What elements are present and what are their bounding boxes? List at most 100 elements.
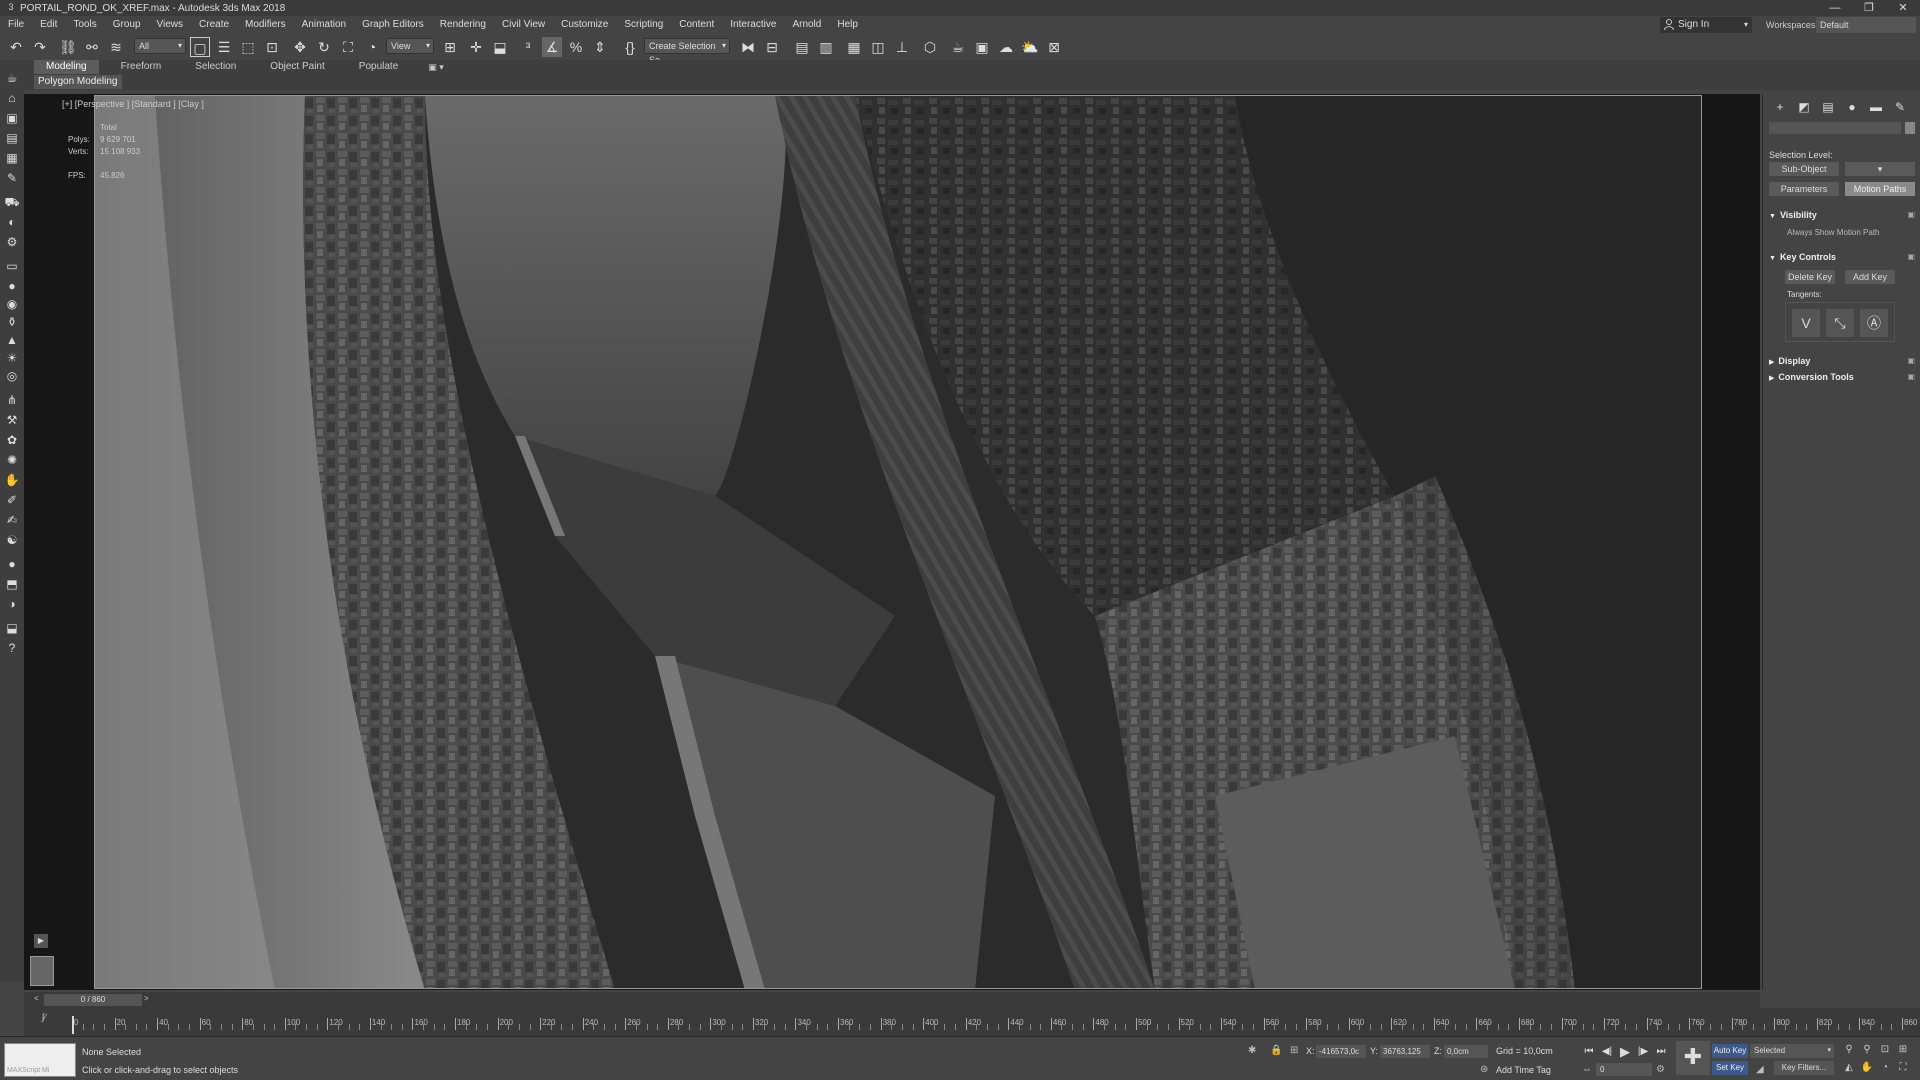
torus-icon[interactable]: ◎ — [4, 368, 20, 384]
named-selection-dropdown[interactable]: Create Selection Se ▾ — [644, 38, 730, 65]
menu-group[interactable]: Group — [105, 16, 149, 34]
keyboard-shortcut-override-icon[interactable]: ⬓ — [490, 37, 510, 57]
helper-icon[interactable]: ◐ — [4, 214, 20, 230]
maximize-viewport-icon[interactable]: ⛶ — [1896, 1061, 1910, 1075]
time-slider-thumb[interactable]: 0 / 860 — [44, 994, 142, 1006]
circle-icon[interactable]: ● — [4, 556, 20, 572]
cone-icon[interactable]: ▲ — [4, 332, 20, 348]
key-controls-rollout[interactable]: ▼ Key Controls ▣ — [1769, 250, 1917, 264]
next-frame-icon[interactable]: |▶ — [1636, 1045, 1650, 1059]
create-tab-icon[interactable]: + — [1769, 98, 1791, 116]
close-icon[interactable]: ✕ — [1886, 0, 1920, 16]
tangent-custom-icon[interactable]: Ⓐ — [1860, 309, 1888, 337]
motion-paths-button[interactable]: Motion Paths — [1845, 182, 1915, 196]
angle-snap-icon[interactable]: ∡ — [542, 37, 562, 57]
current-frame-field[interactable]: 0 — [1596, 1063, 1652, 1076]
hair-icon[interactable]: ⋔ — [4, 392, 20, 408]
isolate-selection-icon[interactable]: ✱ — [1248, 1045, 1256, 1056]
track-bar[interactable]: ∫∕ 0 20 40 60 80 100 120 140 160 180 200 220 240 260 2… — [24, 1008, 1920, 1036]
add-key-button[interactable]: Add Key — [1845, 270, 1895, 284]
always-show-motion-path-checkbox[interactable]: Always Show Motion Path — [1787, 228, 1880, 237]
key-mode-toggle-icon[interactable]: ⇔ — [1582, 1064, 1592, 1075]
edit-named-selection-icon[interactable]: {} — [620, 37, 640, 57]
tab-selection[interactable]: Selection — [183, 60, 248, 74]
display-tab-icon[interactable]: ▬ — [1865, 98, 1887, 116]
z-coordinate-field[interactable]: 0,0cm — [1444, 1045, 1488, 1058]
track-bar-curve-icon[interactable]: ∫∕ — [42, 1012, 46, 1022]
reference-coordinate-dropdown[interactable]: View ▾ — [386, 38, 434, 54]
move-icon[interactable]: ✥ — [290, 37, 310, 57]
select-object-icon[interactable]: ▢ — [190, 37, 210, 57]
scene-explorer-icon[interactable]: ▤ — [792, 37, 812, 57]
minimize-icon[interactable]: — — [1818, 0, 1852, 16]
render-in-cloud-icon[interactable]: ⛅ — [1020, 37, 1040, 57]
zoom-all-icon[interactable]: ⚲ — [1860, 1043, 1874, 1057]
box-icon[interactable]: ▣ — [4, 110, 20, 126]
viewport-layout-thumbnail[interactable] — [30, 956, 54, 986]
scale-icon[interactable]: ⛶ — [338, 37, 358, 57]
gear-icon[interactable]: ✺ — [4, 452, 20, 468]
maxscript-listener[interactable]: MAXScript Mi — [4, 1043, 76, 1077]
camera-icon[interactable]: ⛟ — [4, 194, 20, 210]
rendered-frame-window-icon[interactable]: ▣ — [972, 37, 992, 57]
unlink-icon[interactable]: ⚯ — [82, 37, 102, 57]
add-time-tag-button[interactable]: Add Time Tag — [1496, 1065, 1551, 1075]
utilities-tab-icon[interactable]: ✎ — [1889, 98, 1911, 116]
menu-rendering[interactable]: Rendering — [432, 16, 494, 34]
menu-help[interactable]: Help — [829, 16, 866, 34]
teapot-primitive-icon[interactable]: ⚱ — [4, 314, 20, 330]
menu-content[interactable]: Content — [671, 16, 722, 34]
conversion-tools-rollout[interactable]: ▶ Conversion Tools ▣ — [1769, 370, 1917, 384]
time-slider[interactable]: < 0 / 860 > — [24, 992, 1760, 1008]
tab-object-paint[interactable]: Object Paint — [258, 60, 336, 74]
flower-icon[interactable]: ✿ — [4, 432, 20, 448]
menu-interactive[interactable]: Interactive — [722, 16, 784, 34]
help-icon[interactable]: ? — [4, 640, 20, 656]
field-of-view-icon[interactable]: ◭ — [1842, 1061, 1856, 1075]
object-name-field[interactable] — [1769, 122, 1901, 134]
geosphere-icon[interactable]: ◉ — [4, 296, 20, 312]
perspective-viewport[interactable] — [94, 95, 1702, 989]
absolute-mode-icon[interactable]: ⊞ — [1290, 1045, 1298, 1056]
rectangular-selection-icon[interactable]: ⬚ — [238, 37, 258, 57]
tangent-smooth-icon[interactable]: V — [1792, 309, 1820, 337]
menu-modifiers[interactable]: Modifiers — [237, 16, 294, 34]
tab-modeling[interactable]: Modeling — [34, 60, 99, 74]
sun-icon[interactable]: ☀ — [4, 350, 20, 366]
image-icon[interactable]: ⬒ — [4, 576, 20, 592]
pan-icon[interactable]: ✋ — [1860, 1061, 1874, 1075]
y-coordinate-field[interactable]: 36763,125 — [1380, 1045, 1430, 1058]
rotate-icon[interactable]: ↻ — [314, 37, 334, 57]
sub-object-dropdown[interactable]: ▾ — [1845, 162, 1915, 176]
set-key-filter-icon[interactable]: ◢ — [1756, 1064, 1764, 1075]
grid-icon[interactable]: ▦ — [4, 150, 20, 166]
object-color-swatch[interactable] — [1905, 122, 1915, 134]
sub-object-button[interactable]: Sub-Object — [1769, 162, 1839, 176]
selection-filter-dropdown[interactable]: All ▾ — [134, 38, 186, 54]
key-filters-button[interactable]: Key Filters... — [1774, 1061, 1834, 1075]
workspace-dropdown[interactable]: Default — [1816, 17, 1916, 33]
snaps-toggle-icon[interactable]: ³ — [518, 37, 538, 57]
pivot-center-icon[interactable]: ⊞ — [440, 37, 460, 57]
wave-icon[interactable]: ☯ — [4, 532, 20, 548]
zoom-extents-icon[interactable]: ⊡ — [1878, 1043, 1892, 1057]
menu-arnold[interactable]: Arnold — [784, 16, 829, 34]
display-rollout[interactable]: ▶ Display ▣ — [1769, 354, 1917, 368]
teapot-icon[interactable]: ☕ — [4, 70, 20, 86]
layer-explorer-icon[interactable]: ▥ — [816, 37, 836, 57]
render-setup-icon[interactable]: ☕ — [948, 37, 968, 57]
bind-space-warp-icon[interactable]: ≋ — [106, 37, 126, 57]
motion-tab-icon[interactable]: ● — [1841, 98, 1863, 116]
redo-icon[interactable]: ↷ — [30, 37, 50, 57]
play-icon[interactable]: ▶ — [1618, 1045, 1632, 1059]
delete-key-button[interactable]: Delete Key — [1785, 270, 1835, 284]
viewport-layout-arrow-icon[interactable]: ▶ — [34, 934, 48, 948]
tab-populate[interactable]: Populate — [347, 60, 410, 74]
wrench-icon[interactable]: ⚒ — [4, 412, 20, 428]
zoom-extents-all-icon[interactable]: ⊞ — [1896, 1043, 1910, 1057]
modify-tab-icon[interactable]: ◩ — [1793, 98, 1815, 116]
material-editor-icon[interactable]: ⬡ — [920, 37, 940, 57]
tab-freeform[interactable]: Freeform — [109, 60, 174, 74]
align-icon[interactable]: ⊟ — [762, 37, 782, 57]
menu-create[interactable]: Create — [191, 16, 237, 34]
